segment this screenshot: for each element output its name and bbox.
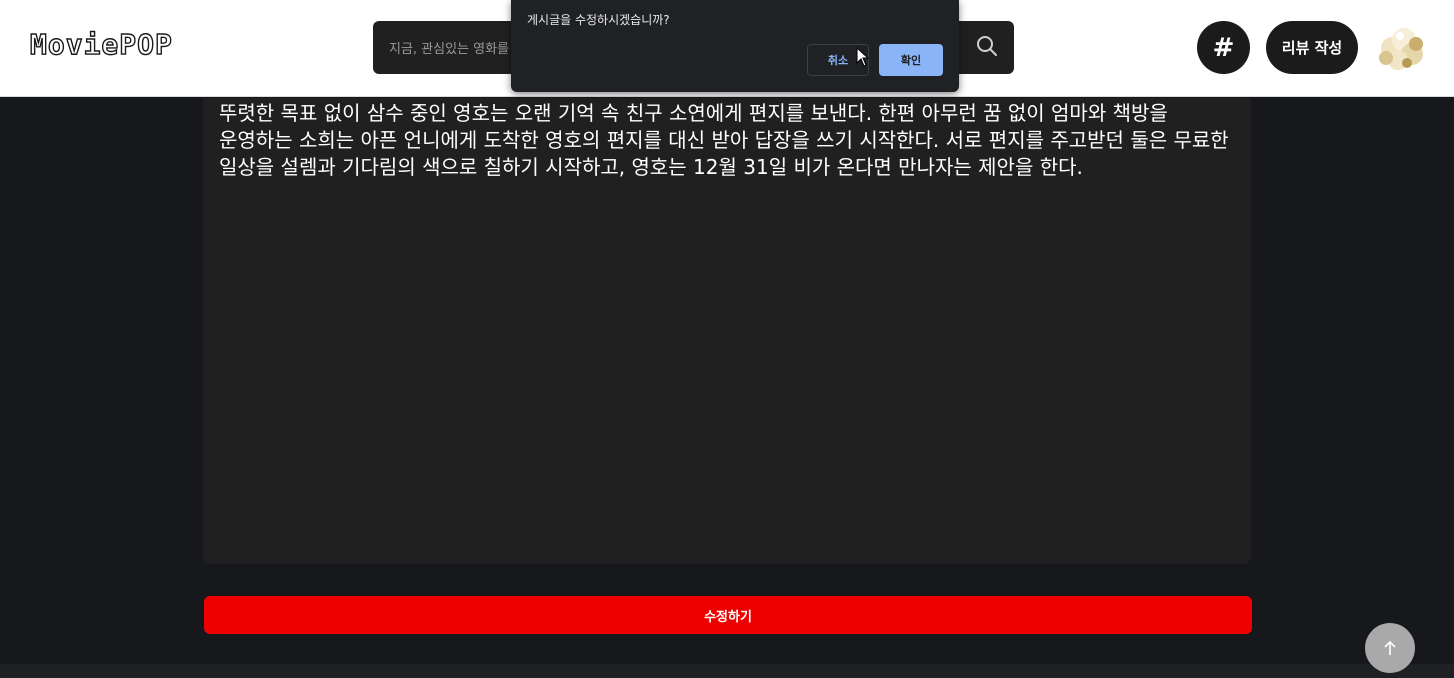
avatar[interactable] (1370, 18, 1432, 80)
dialog-message: 게시글을 수정하시겠습니까? (527, 13, 670, 27)
hashtag-button[interactable]: # (1197, 21, 1250, 74)
footer (0, 664, 1454, 678)
edit-submit-button[interactable]: 수정하기 (204, 596, 1252, 634)
confirm-dialog: 게시글을 수정하시겠습니까? 취소 확인 (511, 0, 959, 92)
scroll-to-top-button[interactable] (1365, 623, 1415, 673)
arrow-up-icon (1384, 640, 1396, 655)
search-icon (977, 36, 997, 56)
write-review-button[interactable]: 리뷰 작성 (1266, 21, 1358, 74)
popcorn-avatar-icon (1379, 28, 1423, 70)
review-content-text: 뚜렷한 목표 없이 삼수 중인 영호는 오랜 기억 속 친구 소연에게 편지를 … (219, 101, 1229, 179)
review-content-box[interactable]: 뚜렷한 목표 없이 삼수 중인 영호는 오랜 기억 속 친구 소연에게 편지를 … (203, 98, 1251, 564)
site-logo[interactable]: MoviePOP (29, 27, 173, 61)
dialog-cancel-button[interactable]: 취소 (807, 44, 869, 76)
dialog-confirm-button[interactable]: 확인 (879, 44, 943, 76)
search-button[interactable] (972, 31, 1002, 61)
